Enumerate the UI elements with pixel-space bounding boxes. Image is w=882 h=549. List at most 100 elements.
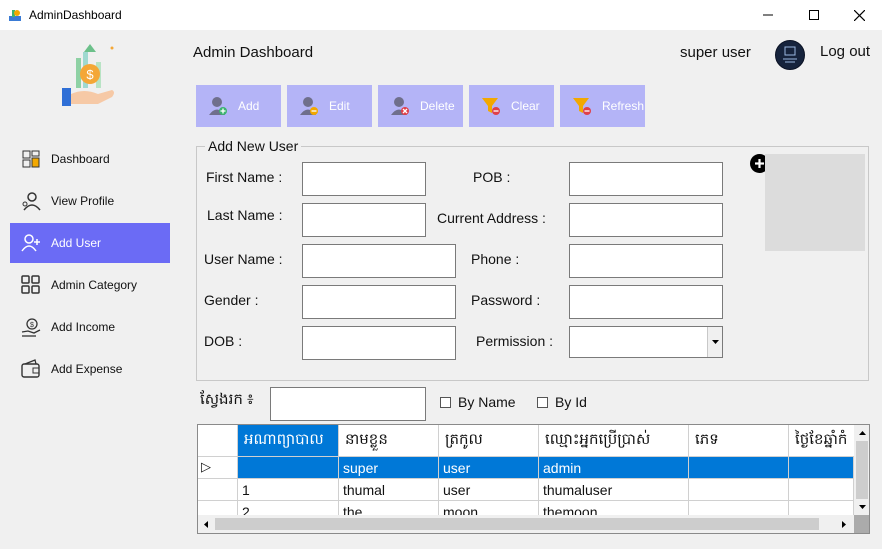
table-cell[interactable] — [689, 457, 789, 479]
first-name-field[interactable] — [302, 162, 426, 196]
maximize-icon — [809, 10, 819, 20]
table-row[interactable]: 1 thumal user thumaluser — [238, 479, 854, 501]
edit-button[interactable]: Edit — [287, 85, 372, 127]
sidebar-item-add-expense[interactable]: Add Expense — [10, 349, 170, 389]
sidebar-item-add-income[interactable]: $ Add Income — [10, 307, 170, 347]
scroll-right-button[interactable] — [836, 516, 852, 532]
edit-user-icon — [299, 96, 319, 116]
grid-corner-header[interactable] — [198, 425, 238, 457]
refresh-button-label: Refresh — [602, 99, 645, 113]
pob-field[interactable] — [569, 162, 723, 196]
clear-filter-icon — [481, 96, 501, 116]
sidebar-item-label: View Profile — [51, 194, 115, 208]
table-cell[interactable]: super — [339, 457, 439, 479]
user-profile-icon — [20, 190, 42, 212]
delete-button-label: Delete — [420, 99, 455, 113]
checkbox-label: By Name — [458, 394, 516, 410]
table-cell[interactable] — [789, 501, 854, 515]
gender-label: Gender : — [204, 292, 259, 308]
grid-header-row: អណាព្យាបាល នាមខ្លួន ត្រកូល ឈ្មោះអ្នកប្រើ… — [198, 425, 854, 457]
svg-text:$: $ — [30, 322, 34, 329]
delete-user-icon — [390, 96, 410, 116]
refresh-button[interactable]: Refresh — [560, 85, 645, 127]
checkbox-box — [440, 396, 451, 408]
sidebar-item-view-profile[interactable]: View Profile — [10, 181, 170, 221]
table-row[interactable]: super user admin — [238, 457, 854, 479]
search-input[interactable] — [270, 387, 426, 421]
table-cell[interactable]: 2 — [238, 501, 339, 515]
table-cell[interactable]: user — [439, 457, 539, 479]
column-header[interactable]: ថ្ងៃខែឆ្នាំកំ — [789, 425, 854, 457]
current-row-marker-icon: ▷ — [201, 459, 211, 474]
table-row[interactable]: 2 the moon themoon — [238, 501, 854, 515]
table-cell[interactable] — [238, 457, 339, 479]
row-header[interactable]: ▷ — [198, 457, 238, 479]
password-label: Password : — [471, 292, 541, 308]
column-header[interactable]: ភេទ — [689, 425, 789, 457]
user-name-label: User Name : — [204, 251, 283, 267]
column-header[interactable]: ត្រកូល — [439, 425, 539, 457]
table-cell[interactable]: thumaluser — [539, 479, 689, 501]
table-cell[interactable]: 1 — [238, 479, 339, 501]
scroll-down-button[interactable] — [854, 499, 869, 515]
sidebar-item-add-user[interactable]: Add User — [10, 223, 170, 263]
horizontal-scrollbar[interactable] — [198, 515, 854, 533]
expense-wallet-icon — [20, 358, 42, 380]
horizontal-scroll-thumb[interactable] — [215, 518, 819, 530]
dob-field[interactable] — [302, 326, 456, 360]
clear-button-label: Clear — [511, 99, 540, 113]
app-window: AdminDashboard $ Dashboard View Profile … — [0, 0, 882, 549]
vertical-scroll-thumb[interactable] — [856, 441, 868, 499]
sidebar: $ Dashboard View Profile Add User Admin … — [0, 30, 184, 549]
add-button[interactable]: Add — [196, 85, 281, 127]
main-panel: Add Edit Delete Clear Refresh Add New Us… — [184, 80, 882, 549]
sidebar-item-dashboard[interactable]: Dashboard — [10, 139, 170, 179]
sidebar-item-label: Admin Category — [51, 278, 138, 292]
row-header[interactable] — [198, 501, 238, 515]
page-title: Admin Dashboard — [193, 44, 314, 61]
table-cell[interactable]: moon — [439, 501, 539, 515]
logout-link[interactable]: Log out — [820, 43, 870, 60]
avatar[interactable] — [775, 40, 805, 70]
dropdown-arrow[interactable] — [707, 327, 722, 357]
chevron-right-icon — [842, 520, 846, 528]
add-user-icon — [20, 232, 42, 254]
pob-label: POB : — [473, 169, 511, 185]
gender-field[interactable] — [302, 285, 456, 319]
sidebar-item-label: Add Expense — [51, 362, 123, 376]
add-user-icon — [208, 96, 228, 116]
clear-button[interactable]: Clear — [469, 85, 554, 127]
maximize-button[interactable] — [791, 0, 837, 30]
password-field[interactable] — [569, 285, 723, 319]
table-cell[interactable]: the — [339, 501, 439, 515]
first-name-label: First Name : — [206, 169, 283, 185]
by-name-checkbox[interactable]: By Name — [440, 394, 516, 410]
phone-field[interactable] — [569, 244, 723, 278]
last-name-label: Last Name : — [207, 207, 283, 223]
table-cell[interactable] — [689, 501, 789, 515]
table-cell[interactable] — [789, 479, 854, 501]
scroll-up-button[interactable] — [854, 425, 869, 441]
minimize-button[interactable] — [745, 0, 791, 30]
by-id-checkbox[interactable]: By Id — [537, 394, 587, 410]
last-name-field[interactable] — [302, 203, 426, 237]
current-address-field[interactable] — [569, 203, 723, 237]
app-logo-icon — [9, 10, 21, 21]
table-cell[interactable] — [789, 457, 854, 479]
permission-select[interactable] — [569, 326, 723, 358]
user-name-field[interactable] — [302, 244, 456, 278]
close-button[interactable] — [836, 0, 882, 30]
table-cell[interactable] — [689, 479, 789, 501]
scroll-left-button[interactable] — [198, 516, 214, 532]
sidebar-item-admin-category[interactable]: Admin Category — [10, 265, 170, 305]
vertical-scrollbar[interactable] — [854, 425, 869, 515]
column-header[interactable]: អណាព្យាបាល — [238, 425, 339, 457]
column-header[interactable]: នាមខ្លួន — [339, 425, 439, 457]
table-cell[interactable]: thumal — [339, 479, 439, 501]
delete-button[interactable]: Delete — [378, 85, 463, 127]
table-cell[interactable]: admin — [539, 457, 689, 479]
table-cell[interactable]: themoon — [539, 501, 689, 515]
row-header[interactable] — [198, 479, 238, 501]
table-cell[interactable]: user — [439, 479, 539, 501]
column-header[interactable]: ឈ្មោះអ្នកប្រើប្រាស់ — [539, 425, 689, 457]
